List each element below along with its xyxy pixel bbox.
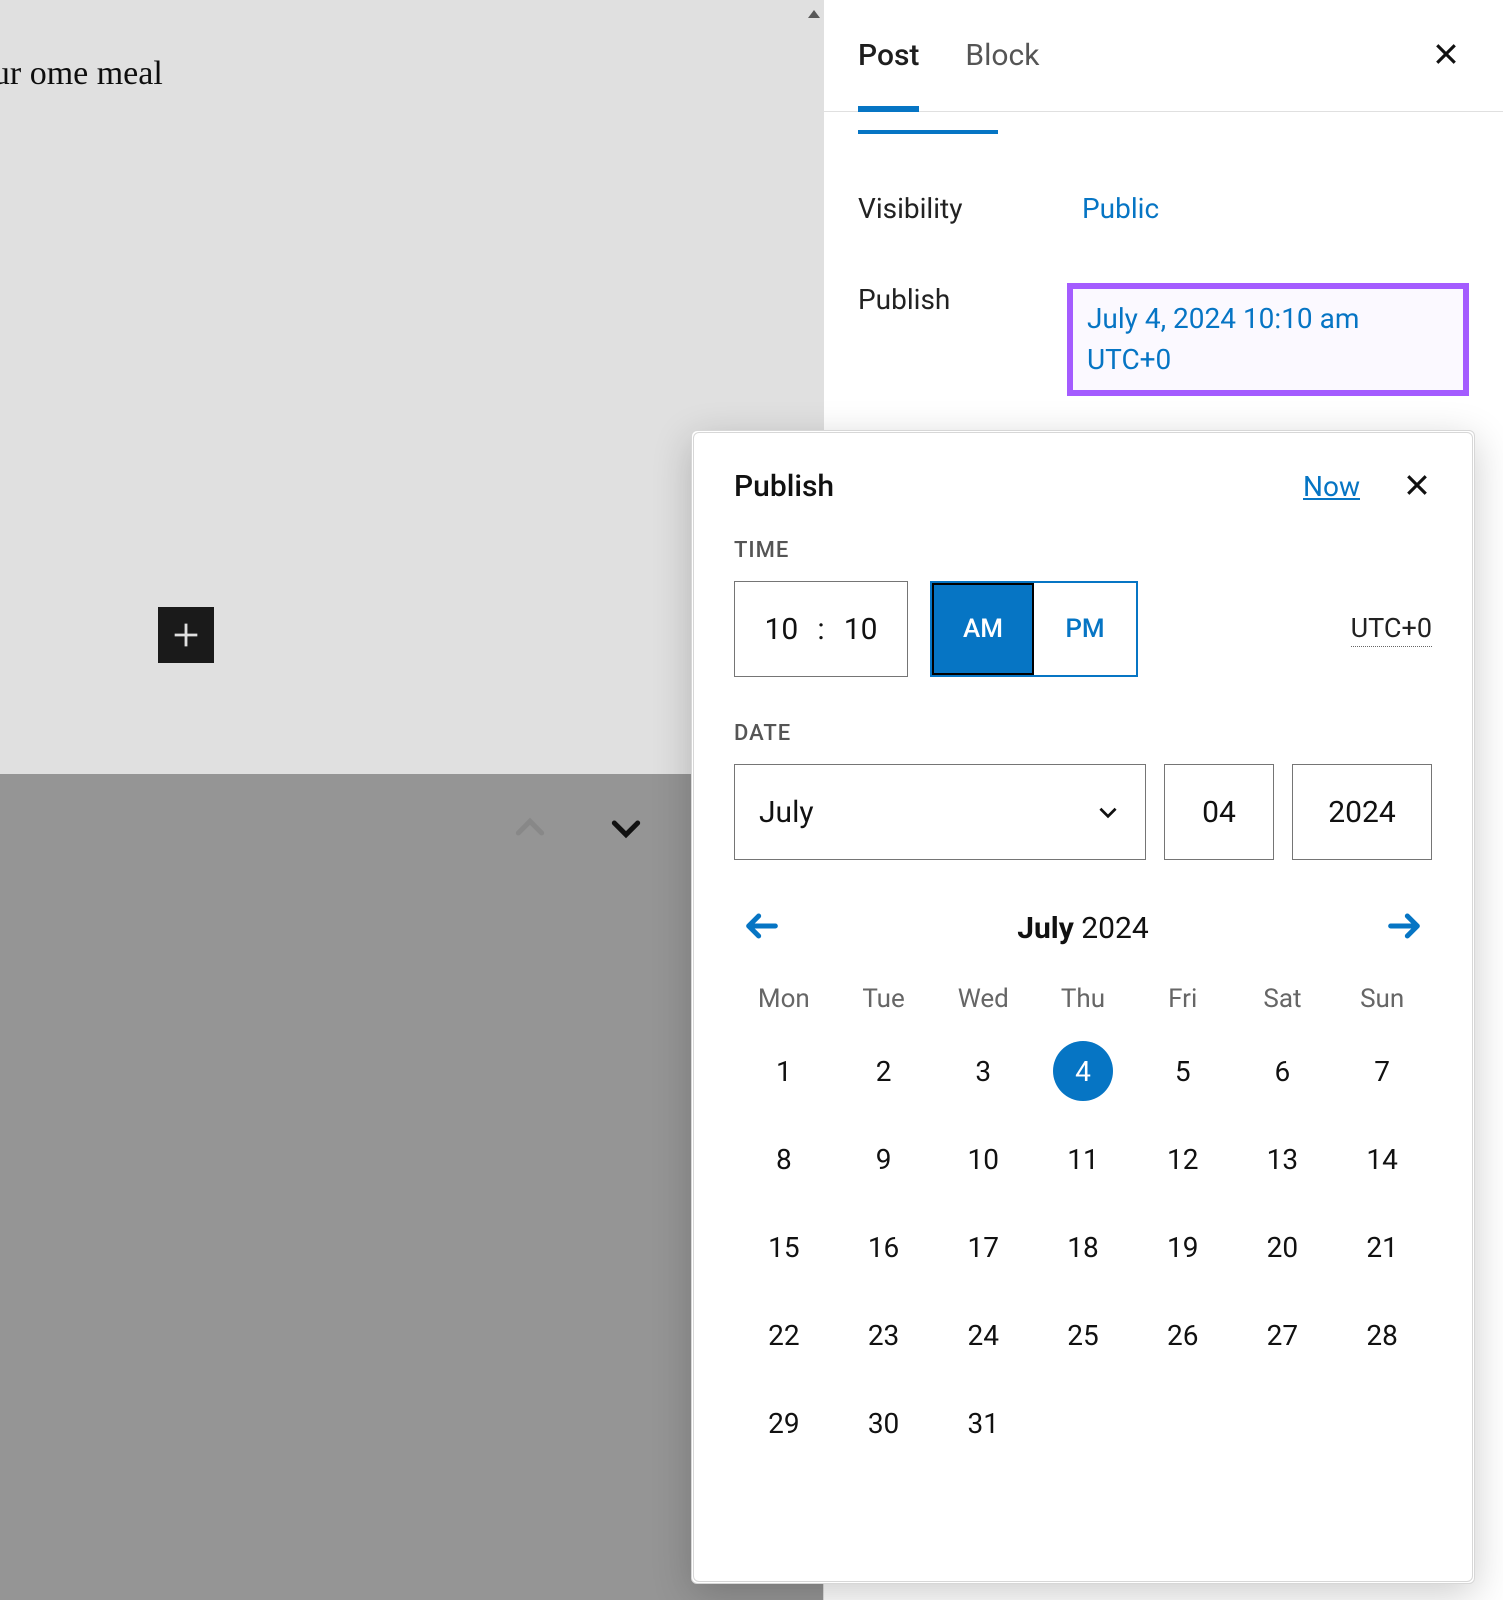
- calendar-day[interactable]: 20: [1233, 1216, 1333, 1278]
- prev-month-button[interactable]: [736, 900, 788, 956]
- tab-block[interactable]: Block: [965, 0, 1039, 111]
- calendar-day[interactable]: 26: [1133, 1304, 1233, 1366]
- chevron-up-icon: [510, 808, 550, 848]
- calendar-day[interactable]: 24: [933, 1304, 1033, 1366]
- tab-post[interactable]: Post: [858, 0, 919, 111]
- arrow-right-icon: [1384, 906, 1424, 946]
- calendar-title: July 2024: [1017, 911, 1149, 946]
- time-colon: :: [817, 612, 824, 647]
- close-popover-button[interactable]: [1402, 470, 1432, 504]
- close-sidebar-button[interactable]: [1423, 31, 1469, 81]
- move-up-button[interactable]: [510, 808, 550, 848]
- next-month-button[interactable]: [1378, 900, 1430, 956]
- time-section-label: TIME: [734, 538, 1432, 563]
- close-icon: [1402, 470, 1432, 500]
- visibility-value[interactable]: Public: [1082, 192, 1159, 225]
- date-section-label: DATE: [734, 721, 1432, 746]
- calendar-grid: MonTueWedThuFriSatSun1234567891011121314…: [734, 984, 1432, 1454]
- calendar-day[interactable]: 4: [1033, 1040, 1133, 1102]
- month-value: July: [759, 795, 814, 830]
- calendar-dow: Fri: [1133, 984, 1233, 1014]
- calendar-day[interactable]: 23: [834, 1304, 934, 1366]
- calendar-day[interactable]: 25: [1033, 1304, 1133, 1366]
- sidebar-tabs: Post Block: [824, 0, 1503, 112]
- calendar-day[interactable]: 31: [933, 1392, 1033, 1454]
- calendar-day[interactable]: 8: [734, 1128, 834, 1190]
- calendar-day: [1133, 1392, 1233, 1454]
- am-button[interactable]: AM: [932, 583, 1034, 675]
- close-icon: [1431, 39, 1461, 69]
- calendar-day[interactable]: 14: [1332, 1128, 1432, 1190]
- calendar-day[interactable]: 13: [1233, 1128, 1333, 1190]
- calendar-day[interactable]: 19: [1133, 1216, 1233, 1278]
- calendar-day[interactable]: 15: [734, 1216, 834, 1278]
- timezone-link[interactable]: UTC+0: [1351, 612, 1432, 647]
- calendar-day[interactable]: 2: [834, 1040, 934, 1102]
- visibility-label: Visibility: [858, 192, 1082, 225]
- calendar-day[interactable]: 1: [734, 1040, 834, 1102]
- calendar-dow: Sun: [1332, 984, 1432, 1014]
- publish-datetime-popover: Publish Now TIME 10 : 10 AM PM UTC+0 DAT…: [693, 432, 1473, 1582]
- calendar-day[interactable]: 6: [1233, 1040, 1333, 1102]
- publish-label: Publish: [858, 283, 1081, 316]
- minutes-field[interactable]: 10: [837, 612, 885, 647]
- calendar-day[interactable]: 18: [1033, 1216, 1133, 1278]
- calendar-dow: Sat: [1233, 984, 1333, 1014]
- plus-icon: [169, 618, 203, 652]
- block-navigator: [510, 808, 646, 848]
- year-input[interactable]: 2024: [1292, 764, 1432, 860]
- publish-value[interactable]: July 4, 2024 10:10 am UTC+0: [1067, 283, 1469, 396]
- month-select[interactable]: July: [734, 764, 1146, 860]
- calendar-day: [1332, 1392, 1432, 1454]
- calendar-dow: Thu: [1033, 984, 1133, 1014]
- calendar-day[interactable]: 9: [834, 1128, 934, 1190]
- pm-button[interactable]: PM: [1034, 583, 1136, 675]
- calendar-dow: Wed: [933, 984, 1033, 1014]
- calendar-day: [1233, 1392, 1333, 1454]
- calendar-day: [1033, 1392, 1133, 1454]
- move-down-button[interactable]: [606, 808, 646, 848]
- calendar-day[interactable]: 17: [933, 1216, 1033, 1278]
- calendar-day[interactable]: 28: [1332, 1304, 1432, 1366]
- calendar-day[interactable]: 7: [1332, 1040, 1432, 1102]
- calendar-day[interactable]: 27: [1233, 1304, 1333, 1366]
- scroll-up-arrow[interactable]: [805, 0, 823, 28]
- arrow-left-icon: [742, 906, 782, 946]
- calendar-day[interactable]: 12: [1133, 1128, 1233, 1190]
- add-block-button[interactable]: [158, 607, 214, 663]
- calendar-day[interactable]: 10: [933, 1128, 1033, 1190]
- calendar-dow: Mon: [734, 984, 834, 1014]
- calendar-day[interactable]: 11: [1033, 1128, 1133, 1190]
- publish-now-link[interactable]: Now: [1303, 470, 1360, 503]
- hours-field[interactable]: 10: [757, 612, 805, 647]
- calendar-day[interactable]: 22: [734, 1304, 834, 1366]
- calendar-day[interactable]: 30: [834, 1392, 934, 1454]
- popover-title: Publish: [734, 469, 834, 504]
- day-input[interactable]: 04: [1164, 764, 1274, 860]
- calendar-day[interactable]: 3: [933, 1040, 1033, 1102]
- section-summary-indicator: [858, 126, 998, 134]
- calendar-day[interactable]: 5: [1133, 1040, 1233, 1102]
- publish-row: Publish July 4, 2024 10:10 am UTC+0: [824, 283, 1503, 396]
- chevron-down-icon: [606, 808, 646, 848]
- ampm-toggle: AM PM: [930, 581, 1138, 677]
- editor-paragraph[interactable]: incredibly ten up your ome meal: [0, 42, 180, 107]
- calendar-dow: Tue: [834, 984, 934, 1014]
- calendar-day[interactable]: 21: [1332, 1216, 1432, 1278]
- calendar-day[interactable]: 29: [734, 1392, 834, 1454]
- calendar-day[interactable]: 16: [834, 1216, 934, 1278]
- visibility-row: Visibility Public: [824, 192, 1503, 225]
- chevron-down-icon: [1095, 799, 1121, 825]
- time-input[interactable]: 10 : 10: [734, 581, 908, 677]
